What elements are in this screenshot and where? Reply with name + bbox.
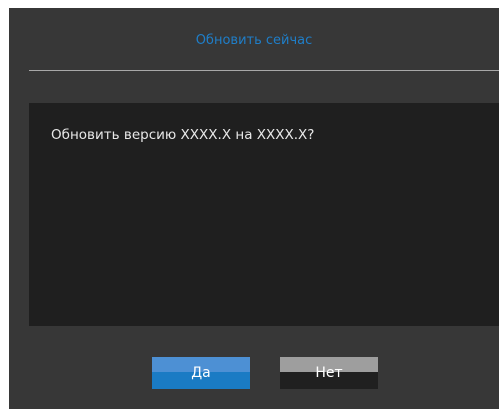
message-panel: Обновить версию XXXX.X на XXXX.X? [29,103,499,326]
update-dialog: Обновить сейчас Обновить версию XXXX.X н… [9,8,499,409]
title-divider [29,70,499,71]
yes-button[interactable]: Да [152,357,250,389]
no-button[interactable]: Нет [280,357,378,389]
update-message: Обновить версию XXXX.X на XXXX.X? [51,127,315,143]
dialog-title: Обновить сейчас [195,33,313,48]
